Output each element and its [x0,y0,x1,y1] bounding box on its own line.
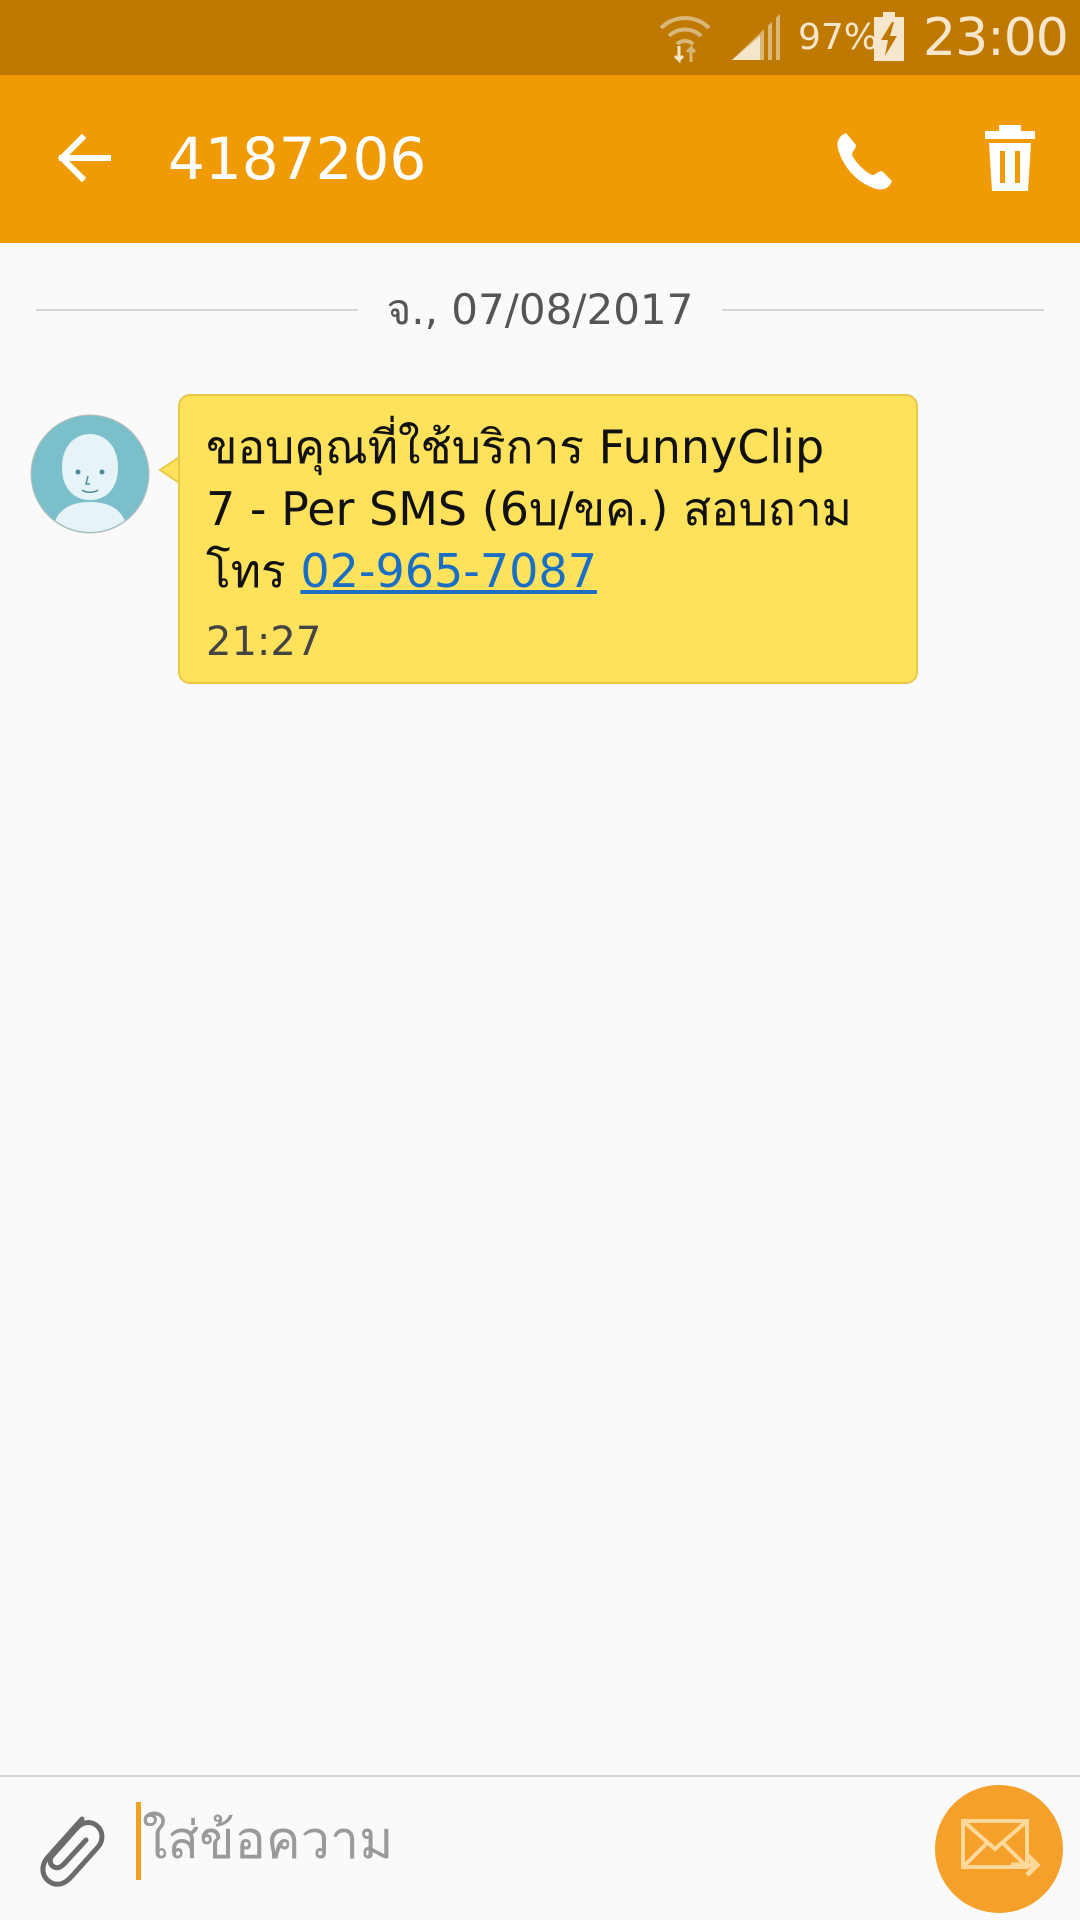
send-button[interactable] [935,1785,1063,1913]
message-bubble[interactable]: ขอบคุณที่ใช้บริการ FunnyClip 7 - Per SMS… [178,394,918,684]
message-line: โทร [206,544,301,598]
message-time: 21:27 [206,619,322,665]
phone-number-link[interactable]: 02-965-7087 [300,544,597,598]
date-divider: จ., 07/08/2017 [36,285,1044,345]
message-line-last: โทร 02-965-7087 [206,540,906,602]
back-arrow-icon[interactable] [40,123,130,193]
signal-icon [732,14,780,60]
composer-bar [0,1777,1080,1920]
wifi-icon [659,16,711,64]
paperclip-icon[interactable] [30,1805,110,1891]
divider-line [722,309,1044,311]
message-line: 7 - Per SMS (6บ/ขค.) สอบถาม [206,482,852,536]
battery-charging-icon [874,12,904,61]
phone-icon[interactable] [830,125,900,195]
status-bar: 97% 23:00 [0,0,1080,75]
conversation-title: 4187206 [168,125,427,193]
message-text: ขอบคุณที่ใช้บริการ FunnyClip 7 - Per SMS… [206,416,906,602]
message-input[interactable] [142,1799,902,1883]
divider-line [36,309,358,311]
screen: 97% 23:00 4187206 จ., 07/08/2017 ขอบคุณท… [0,0,1080,1920]
message-line: ขอบคุณที่ใช้บริการ FunnyClip [206,420,825,474]
conversation-date: จ., 07/08/2017 [386,285,694,334]
status-time: 23:00 [923,8,1069,68]
default-contact-avatar-icon[interactable] [30,414,150,534]
trash-icon[interactable] [975,123,1045,195]
send-envelope-icon [961,1819,1041,1877]
app-bar: 4187206 [0,75,1080,243]
text-cursor [136,1802,141,1880]
battery-percentage: 97% [798,17,879,58]
